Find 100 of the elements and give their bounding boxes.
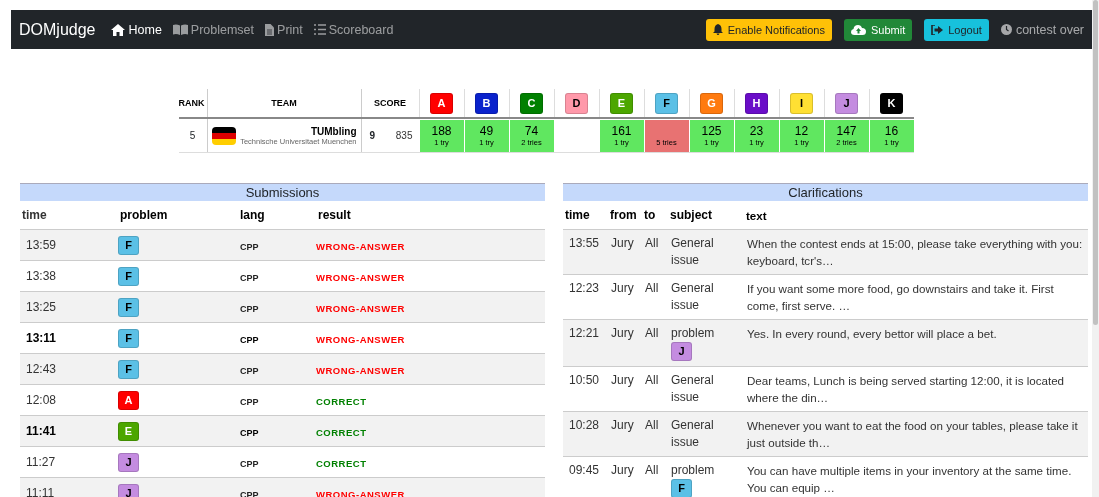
time-text: 11:11 <box>26 486 55 497</box>
problem-badge: F <box>671 479 692 497</box>
column-header: result <box>316 201 545 230</box>
clarification-row[interactable]: 12:23 Jury All General issue If you want some more food, go downstairs and take it. First come, first serve. … <box>563 274 1088 320</box>
sender-text: Jury <box>611 463 634 477</box>
problem-badge: F <box>118 235 139 255</box>
clarification-row[interactable]: 10:50 Jury All General issue Dear teams, Lunch is being served starting 12:00, it is located where the din… <box>563 366 1088 412</box>
recipient-text: All <box>645 326 659 340</box>
nav-link[interactable]: Problemset <box>172 22 255 37</box>
language-text: CPP <box>240 334 259 345</box>
column-header: TEAM <box>207 89 361 118</box>
recipient-text: All <box>645 281 659 295</box>
subject-text: General issue <box>671 373 714 404</box>
solve-time: 49 <box>479 123 494 138</box>
submission-row[interactable]: 11:41 E CPP CORRECT <box>20 415 545 447</box>
nav-link[interactable]: Home <box>111 22 162 37</box>
column-header: SCORE <box>361 89 419 118</box>
recipient-text: All <box>645 236 659 250</box>
column-header: RANK <box>178 89 207 118</box>
problem-badge[interactable]: F <box>655 92 678 114</box>
time-text: 10:28 <box>569 418 600 432</box>
cloud-upload-icon <box>851 24 866 35</box>
time-text: 09:45 <box>569 463 600 477</box>
problem-badge[interactable]: B <box>475 92 498 114</box>
problem-badge[interactable]: A <box>430 92 453 114</box>
scrollbar[interactable] <box>1092 0 1099 497</box>
nav-button[interactable]: Submit <box>844 18 913 41</box>
time-text: 11:27 <box>26 455 56 469</box>
clarification-row[interactable]: 09:45 Jury All problem F You can have multiple items in your inventory at the same time. You can equip … <box>563 456 1088 497</box>
submission-row[interactable]: 11:27 J CPP CORRECT <box>20 446 545 478</box>
solved-count: 9 <box>361 118 383 153</box>
subject-text: problem <box>671 326 715 340</box>
sender-text: Jury <box>611 236 634 250</box>
clarification-text: You can have multiple items in your inventory at the same time. You can equip … <box>747 464 1072 494</box>
list-icon <box>313 24 326 35</box>
problem-badge: J <box>118 483 139 497</box>
time-text: 12:21 <box>569 326 600 340</box>
brand-logo[interactable]: DOMjudge <box>19 20 96 39</box>
clarification-text: Dear teams, Lunch is being served starting 12:00, it is located where the din… <box>747 374 1065 404</box>
solve-time: 23 <box>749 123 764 138</box>
problem-badge: J <box>118 452 139 472</box>
column-header: time <box>563 201 608 230</box>
language-text: CPP <box>240 272 259 283</box>
language-text: CPP <box>240 427 259 438</box>
problem-badge: A <box>118 390 139 410</box>
problem-badge[interactable]: J <box>835 92 858 114</box>
submission-row[interactable]: 12:08 A CPP CORRECT <box>20 384 545 416</box>
section-title: Clarifications <box>563 183 1088 201</box>
time-text: 13:11 <box>26 331 57 345</box>
result-text: WRONG-ANSWER <box>316 302 405 314</box>
clarification-text: Yes. In every round, every bettor will place a bet. <box>747 327 997 340</box>
clarification-row[interactable]: 12:21 Jury All problem J Yes. In every round, every bettor will place a bet. <box>563 319 1088 367</box>
section-title: Submissions <box>20 183 545 201</box>
subject-text: General issue <box>671 418 714 449</box>
nav-button[interactable]: Logout <box>924 18 989 41</box>
sender-text: Jury <box>611 281 634 295</box>
submission-row[interactable]: 13:38 F CPP WRONG-ANSWER <box>20 260 545 292</box>
nav-link[interactable]: Print <box>265 22 303 37</box>
result-text: CORRECT <box>316 395 367 407</box>
nav-link[interactable]: Scoreboard <box>313 22 394 37</box>
problem-badge[interactable]: H <box>745 92 768 114</box>
result-text: CORRECT <box>316 426 367 438</box>
book-icon <box>172 24 188 35</box>
problem-badge[interactable]: C <box>520 92 543 114</box>
clarification-row[interactable]: 10:28 Jury All General issue Whenever you want to eat the food on your tables, please take it just outside th… <box>563 411 1088 457</box>
sender-text: Jury <box>611 326 634 340</box>
problem-badge: E <box>118 421 139 441</box>
nav-button[interactable]: Enable Notifications <box>705 18 832 41</box>
submission-row[interactable]: 13:59 F CPP WRONG-ANSWER <box>20 229 545 261</box>
language-text: CPP <box>240 396 259 407</box>
problem-badge[interactable]: D <box>565 92 588 114</box>
rank-cell: 5 <box>178 118 207 153</box>
submission-row[interactable]: 13:25 F CPP WRONG-ANSWER <box>20 291 545 323</box>
language-text: CPP <box>240 365 259 376</box>
clock-icon <box>1000 24 1012 35</box>
problem-badge[interactable]: K <box>880 92 903 114</box>
solve-time: 125 <box>701 123 722 138</box>
submission-row[interactable]: 13:11 F CPP WRONG-ANSWER <box>20 322 545 354</box>
column-header: to <box>642 201 668 230</box>
column-header: subject <box>668 201 744 230</box>
problem-badge[interactable]: I <box>790 92 813 114</box>
column-header: from <box>608 201 642 230</box>
column-header: problem <box>118 201 238 230</box>
submission-row[interactable]: 11:11 J CPP WRONG-ANSWER <box>20 477 545 497</box>
submission-row[interactable]: 12:43 F CPP WRONG-ANSWER <box>20 353 545 385</box>
team-name: TUMbling <box>310 125 357 137</box>
time-text: 13:38 <box>26 269 57 283</box>
column-header: time <box>20 201 118 230</box>
logout-icon <box>931 24 944 35</box>
subject-text: General issue <box>671 281 714 312</box>
file-icon <box>265 23 275 36</box>
time-text: 12:08 <box>26 393 57 407</box>
solve-time: 74 <box>524 123 539 138</box>
clarification-row[interactable]: 13:55 Jury All General issue When the contest ends at 15:00, please take everything with you: keyboard, tcr's… <box>563 229 1088 275</box>
language-text: CPP <box>240 458 259 469</box>
problem-badge: F <box>118 359 139 379</box>
time-text: 13:55 <box>569 236 600 250</box>
result-text: CORRECT <box>316 457 367 469</box>
problem-badge: F <box>118 266 139 286</box>
result-text: WRONG-ANSWER <box>316 488 405 497</box>
